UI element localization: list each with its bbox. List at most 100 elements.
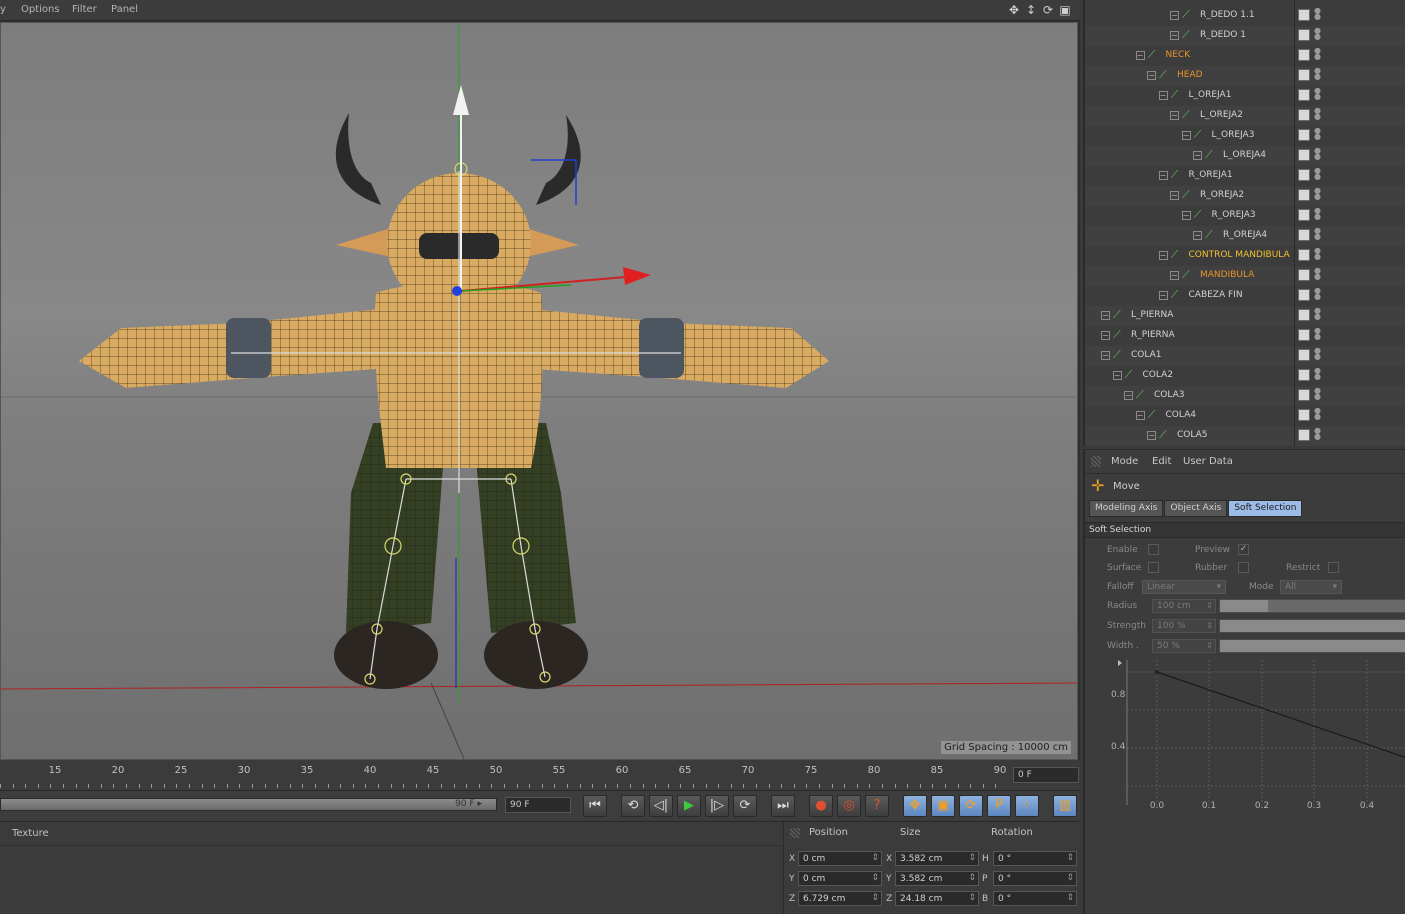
expand-toggle-icon[interactable]: − [1124, 391, 1133, 400]
object-row[interactable]: − ⟋ COLA3 ● ● [1085, 386, 1405, 406]
visibility-dots-icon[interactable]: ● ● [1314, 147, 1321, 162]
tag-icon[interactable] [1298, 229, 1310, 241]
next-key-button[interactable]: ⟳ [733, 795, 757, 817]
visibility-dots-icon[interactable]: ● ● [1314, 347, 1321, 362]
tag-icon[interactable] [1298, 29, 1310, 41]
visibility-dots-icon[interactable]: ● ● [1314, 167, 1321, 182]
tag-icon[interactable] [1298, 309, 1310, 321]
next-frame-button[interactable]: |▷ [705, 795, 729, 817]
object-row[interactable]: − ⟋ CONTROL MANDIBULA ● ● [1085, 246, 1405, 266]
object-name[interactable]: COLA4 [1166, 410, 1196, 420]
go-to-end-button[interactable]: ⏭ [771, 795, 795, 817]
visibility-dots-icon[interactable]: ● ● [1314, 227, 1321, 242]
key-rotation-button[interactable]: ⟳ [959, 795, 983, 817]
key-point-level-button[interactable]: ⁘ [1015, 795, 1039, 817]
pos-z-field[interactable]: 6.729 cm [798, 891, 882, 906]
expand-toggle-icon[interactable]: − [1181, 131, 1191, 140]
visibility-dots-icon[interactable]: ● ● [1314, 427, 1321, 442]
size-y-field[interactable]: 3.582 cm [895, 871, 979, 886]
expand-toggle-icon[interactable]: − [1147, 431, 1156, 440]
object-row[interactable]: − ⟋ L_PIERNA ● ● [1085, 306, 1405, 326]
autokey-button[interactable]: ◎ [837, 795, 861, 817]
expand-toggle-icon[interactable]: − [1101, 331, 1110, 340]
object-name[interactable]: R_PIERNA [1131, 330, 1175, 340]
previous-frame-button[interactable]: ◁| [649, 795, 673, 817]
tag-icon[interactable] [1298, 249, 1310, 261]
expand-toggle-icon[interactable]: − [1135, 411, 1145, 420]
object-row[interactable]: − ⟋ COLA1 ● ● [1085, 346, 1405, 366]
play-button[interactable]: ▶ [677, 795, 701, 817]
panel-grip-icon[interactable] [790, 828, 800, 838]
object-row[interactable]: − ⟋ R_OREJA1 ● ● [1085, 166, 1405, 186]
visibility-dots-icon[interactable]: ● ● [1314, 27, 1321, 42]
object-row[interactable]: − ⟋ L_OREJA2 ● ● [1085, 106, 1405, 126]
radius-slider[interactable] [1219, 599, 1405, 613]
tag-icon[interactable] [1298, 409, 1310, 421]
expand-toggle-icon[interactable]: − [1181, 211, 1191, 220]
menu-filter[interactable]: Filter [72, 4, 97, 15]
object-name[interactable]: COLA2 [1143, 370, 1173, 380]
object-name[interactable]: CABEZA FIN [1189, 290, 1243, 300]
rot-b-field[interactable]: 0 ° [993, 891, 1077, 906]
tag-icon[interactable] [1298, 369, 1310, 381]
object-name[interactable]: COLA1 [1131, 350, 1161, 360]
object-row[interactable]: − ⟋ MANDIBULA ● ● [1085, 266, 1405, 286]
visibility-dots-icon[interactable]: ● ● [1314, 47, 1321, 62]
expand-toggle-icon[interactable]: − [1170, 111, 1179, 120]
expand-toggle-icon[interactable]: − [1170, 191, 1179, 200]
object-row[interactable]: − ⟋ COLA2 ● ● [1085, 366, 1405, 386]
visibility-dots-icon[interactable]: ● ● [1314, 327, 1321, 342]
object-row[interactable]: − ⟋ R_OREJA3 ● ● [1085, 206, 1405, 226]
object-name[interactable]: R_OREJA2 [1200, 190, 1244, 200]
expand-toggle-icon[interactable]: − [1101, 311, 1110, 320]
strength-field[interactable]: 100 % [1152, 619, 1216, 633]
tag-icon[interactable] [1298, 209, 1310, 221]
expand-toggle-icon[interactable]: − [1135, 51, 1145, 60]
frame-ruler[interactable]: 15 20 25 30 35 40 45 50 55 60 65 70 75 80 85 90 [0, 760, 1008, 788]
tag-icon[interactable] [1298, 9, 1310, 21]
object-row[interactable]: − ⟋ R_OREJA2 ● ● [1085, 186, 1405, 206]
width-field[interactable]: 50 % [1152, 639, 1216, 653]
object-name[interactable]: L_PIERNA [1131, 310, 1173, 320]
expand-toggle-icon[interactable]: − [1112, 371, 1122, 380]
menu-mode[interactable]: Mode [1111, 456, 1138, 467]
size-z-field[interactable]: 24.18 cm [895, 891, 979, 906]
expand-toggle-icon[interactable]: − [1147, 71, 1156, 80]
expand-toggle-icon[interactable]: − [1101, 351, 1110, 360]
key-position-button[interactable]: ✥ [903, 795, 927, 817]
expand-toggle-icon[interactable]: − [1158, 91, 1168, 100]
falloff-graph[interactable]: 0.8 0.4 0.0 0.1 0.2 0.3 0.4 [1111, 660, 1405, 811]
object-row[interactable]: − ⟋ HEAD ● ● [1085, 66, 1405, 86]
tag-icon[interactable] [1298, 329, 1310, 341]
expand-toggle-icon[interactable]: − [1158, 291, 1168, 300]
falloff-dropdown[interactable]: Linear [1142, 580, 1226, 594]
expand-toggle-icon[interactable]: − [1193, 231, 1202, 240]
previous-key-button[interactable]: ⟲ [621, 795, 645, 817]
surface-checkbox[interactable] [1148, 562, 1159, 573]
rot-p-field[interactable]: 0 ° [993, 871, 1077, 886]
menu-edit[interactable]: Edit [1152, 456, 1171, 467]
object-row[interactable]: − ⟋ R_PIERNA ● ● [1085, 326, 1405, 346]
visibility-dots-icon[interactable]: ● ● [1314, 207, 1321, 222]
key-scale-button[interactable]: ▣ [931, 795, 955, 817]
preview-range-slider[interactable]: 90 F ▸ [0, 798, 497, 811]
tag-icon[interactable] [1298, 429, 1310, 441]
visibility-dots-icon[interactable]: ● ● [1314, 287, 1321, 302]
object-name[interactable]: R_OREJA1 [1189, 170, 1233, 180]
object-name[interactable]: COLA5 [1177, 430, 1207, 440]
object-name[interactable]: R_OREJA3 [1212, 210, 1256, 220]
visibility-dots-icon[interactable]: ● ● [1314, 247, 1321, 262]
object-row[interactable]: − ⟋ CABEZA FIN ● ● [1085, 286, 1405, 306]
tag-icon[interactable] [1298, 149, 1310, 161]
tag-icon[interactable] [1298, 89, 1310, 101]
visibility-dots-icon[interactable]: ● ● [1314, 7, 1321, 22]
menu-view[interactable]: y [0, 4, 6, 15]
object-name[interactable]: R_DEDO 1 [1200, 30, 1246, 40]
object-row[interactable]: − ⟋ L_OREJA4 ● ● [1085, 146, 1405, 166]
key-parameter-button[interactable]: P [987, 795, 1011, 817]
expand-toggle-icon[interactable]: − [1170, 271, 1179, 280]
visibility-dots-icon[interactable]: ● ● [1314, 307, 1321, 322]
visibility-dots-icon[interactable]: ● ● [1314, 127, 1321, 142]
object-name[interactable]: R_OREJA4 [1223, 230, 1267, 240]
object-name[interactable]: L_OREJA4 [1223, 150, 1266, 160]
